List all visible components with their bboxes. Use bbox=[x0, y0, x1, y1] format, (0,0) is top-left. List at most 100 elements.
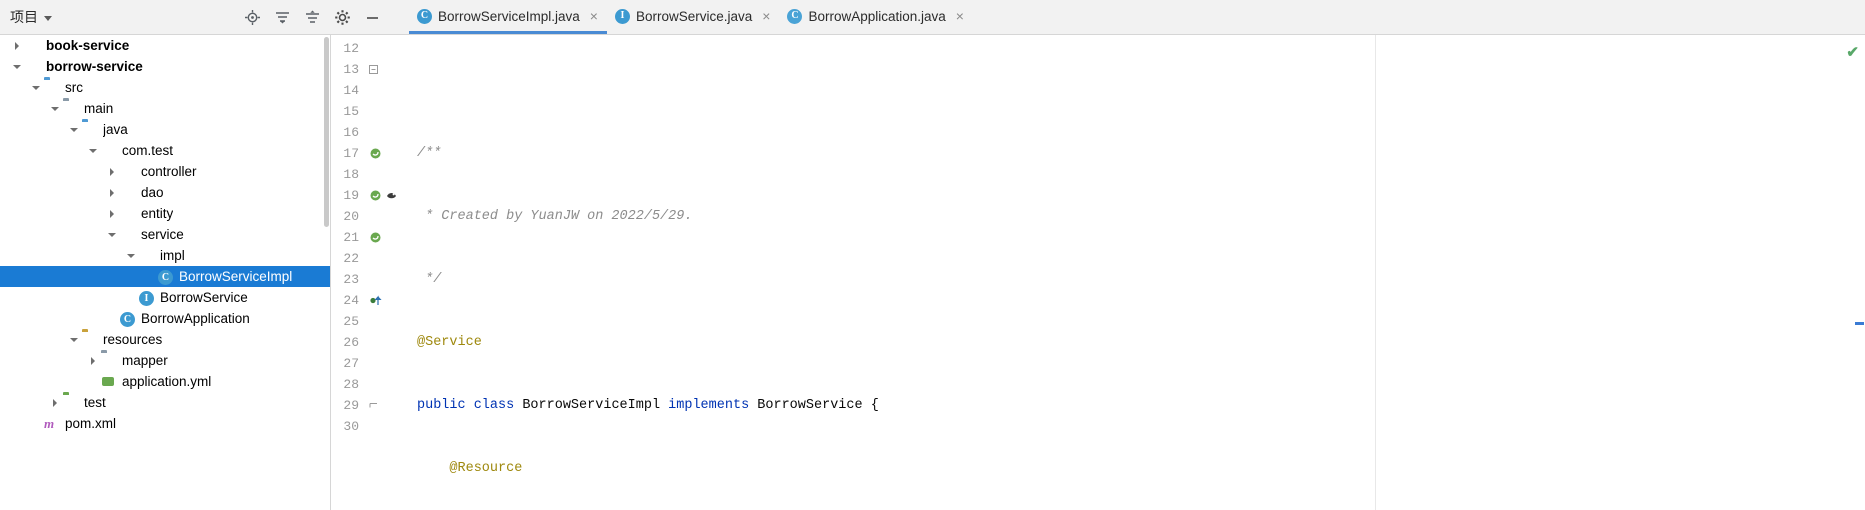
inspection-ok-icon[interactable]: ✔ bbox=[1846, 43, 1859, 61]
line-number: 22 bbox=[343, 251, 359, 266]
tree-item-borrowserviceimpl[interactable]: C BorrowServiceImpl bbox=[0, 266, 330, 287]
locate-icon[interactable] bbox=[244, 9, 261, 26]
line-number: 17 bbox=[343, 146, 359, 161]
right-margin-guide bbox=[1375, 35, 1376, 510]
code-line: public class BorrowServiceImpl implement… bbox=[417, 398, 879, 413]
chevron-down-icon[interactable] bbox=[44, 15, 52, 21]
line-number: 30 bbox=[343, 419, 359, 434]
tree-item-label: impl bbox=[160, 248, 185, 263]
tree-item-book-service[interactable]: book-service bbox=[0, 35, 330, 56]
tree-item-label: src bbox=[65, 80, 83, 95]
tree-item-label: service bbox=[141, 227, 184, 242]
class-icon: C bbox=[120, 311, 136, 327]
tree-item-resources[interactable]: resources bbox=[0, 329, 330, 350]
tree-scrollbar[interactable] bbox=[324, 37, 329, 227]
tree-item-pom-xml[interactable]: m pom.xml bbox=[0, 413, 330, 434]
interface-icon: I bbox=[139, 290, 155, 306]
gear-icon[interactable] bbox=[334, 9, 351, 26]
chevron-down-icon[interactable] bbox=[50, 103, 61, 114]
gutter-line: 28 bbox=[331, 374, 417, 395]
gutter-marks[interactable] bbox=[369, 189, 398, 202]
tree-item-label: application.yml bbox=[122, 374, 212, 389]
chevron-down-icon[interactable] bbox=[126, 250, 137, 261]
tree-item-test[interactable]: test bbox=[0, 392, 330, 413]
spring-bean-icon[interactable] bbox=[369, 147, 382, 160]
tree-item-dao[interactable]: dao bbox=[0, 182, 330, 203]
expand-icon[interactable] bbox=[304, 9, 321, 26]
line-number: 26 bbox=[343, 335, 359, 350]
code-area[interactable]: /** * Created by YuanJW on 2022/5/29. */… bbox=[417, 35, 1865, 510]
main-body: book-service borrow-service src main java com… bbox=[0, 35, 1865, 510]
chevron-right-icon[interactable] bbox=[107, 208, 118, 219]
editor-right-strip[interactable]: ✔ bbox=[1846, 35, 1865, 510]
tree-item-com-test[interactable]: com.test bbox=[0, 140, 330, 161]
gutter-line: 21 bbox=[331, 227, 417, 248]
code-line: */ bbox=[417, 272, 442, 287]
tab-borrowservice[interactable]: I BorrowService.java × bbox=[607, 1, 779, 34]
close-icon[interactable]: × bbox=[590, 9, 598, 23]
gutter-line: 30 bbox=[331, 416, 417, 437]
tree-item-service[interactable]: service bbox=[0, 224, 330, 245]
code-editor[interactable]: 12 13 14 15 16 17 18 19 20 21 22 23 24 2… bbox=[331, 35, 1865, 510]
gutter-line: 24 bbox=[331, 290, 417, 311]
class-icon: C bbox=[158, 269, 174, 285]
chevron-down-icon[interactable] bbox=[31, 82, 42, 93]
line-number: 25 bbox=[343, 314, 359, 329]
code-line: @Service bbox=[417, 335, 482, 350]
tree-item-label: controller bbox=[141, 164, 197, 179]
close-icon[interactable]: × bbox=[762, 9, 770, 23]
editor-gutter[interactable]: 12 13 14 15 16 17 18 19 20 21 22 23 24 2… bbox=[331, 35, 417, 510]
line-number: 16 bbox=[343, 125, 359, 140]
gutter-line: 18 bbox=[331, 164, 417, 185]
close-icon[interactable]: × bbox=[956, 9, 964, 23]
class-file-icon: C bbox=[417, 8, 432, 24]
tree-item-borrowservice[interactable]: I BorrowService bbox=[0, 287, 330, 308]
tree-item-borrowapplication[interactable]: C BorrowApplication bbox=[0, 308, 330, 329]
chevron-down-icon[interactable] bbox=[69, 334, 80, 345]
tree-item-mapper[interactable]: mapper bbox=[0, 350, 330, 371]
project-tree-panel: book-service borrow-service src main java com… bbox=[0, 35, 331, 510]
test-folder-icon bbox=[63, 395, 79, 411]
tab-borrowserviceimpl[interactable]: C BorrowServiceImpl.java × bbox=[409, 1, 607, 34]
package-icon bbox=[120, 185, 136, 201]
chevron-right-icon[interactable] bbox=[107, 187, 118, 198]
tree-item-java[interactable]: java bbox=[0, 119, 330, 140]
override-method-icon[interactable] bbox=[369, 294, 382, 307]
gutter-line: 13 bbox=[331, 59, 417, 80]
fold-end-icon[interactable] bbox=[369, 401, 378, 410]
chevron-right-icon[interactable] bbox=[88, 355, 99, 366]
tree-item-controller[interactable]: controller bbox=[0, 161, 330, 182]
tree-item-src[interactable]: src bbox=[0, 77, 330, 98]
tree-item-main[interactable]: main bbox=[0, 98, 330, 119]
tab-label: BorrowApplication.java bbox=[808, 8, 946, 24]
line-number: 20 bbox=[343, 209, 359, 224]
gutter-line: 17 bbox=[331, 143, 417, 164]
tree-item-label: borrow-service bbox=[46, 59, 143, 74]
line-number: 13 bbox=[343, 62, 359, 77]
tree-item-impl[interactable]: impl bbox=[0, 245, 330, 266]
code-line: @Resource bbox=[417, 461, 523, 476]
chevron-down-icon[interactable] bbox=[107, 229, 118, 240]
chevron-down-icon[interactable] bbox=[69, 124, 80, 135]
chevron-right-icon[interactable] bbox=[50, 397, 61, 408]
spring-bean-icon[interactable] bbox=[369, 231, 382, 244]
gutter-marks[interactable] bbox=[369, 65, 378, 74]
gutter-line: 16 bbox=[331, 122, 417, 143]
collapse-all-icon[interactable] bbox=[274, 9, 291, 26]
tree-item-entity[interactable]: entity bbox=[0, 203, 330, 224]
scrollbar-thumb[interactable] bbox=[1855, 322, 1864, 325]
package-icon bbox=[120, 206, 136, 222]
project-panel-title: 项目 bbox=[10, 9, 38, 25]
project-toolbar bbox=[244, 9, 395, 26]
tree-item-application-yml[interactable]: application.yml bbox=[0, 371, 330, 392]
line-number: 23 bbox=[343, 272, 359, 287]
line-number: 21 bbox=[343, 230, 359, 245]
chevron-right-icon[interactable] bbox=[107, 166, 118, 177]
tree-item-borrow-service[interactable]: borrow-service bbox=[0, 56, 330, 77]
chevron-down-icon[interactable] bbox=[88, 145, 99, 156]
tree-item-label: pom.xml bbox=[65, 416, 117, 431]
tab-borrowapplication[interactable]: C BorrowApplication.java × bbox=[779, 1, 973, 34]
tree-item-label: test bbox=[84, 395, 106, 410]
minimize-icon[interactable] bbox=[364, 9, 381, 26]
